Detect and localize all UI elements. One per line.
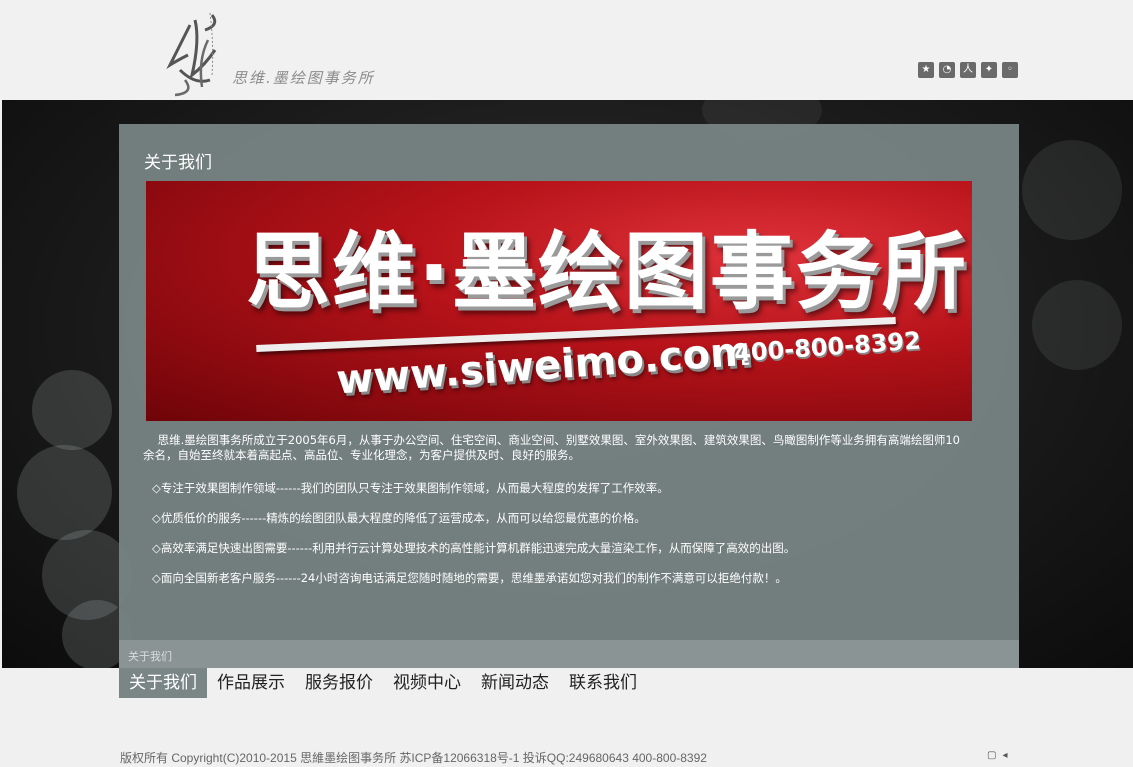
nav-item-pricing[interactable]: 服务报价 (295, 668, 383, 698)
feature-point: ◇高效率满足快速出图需要------利用并行云计算处理技术的高性能计算机群能迅速… (152, 541, 796, 555)
rss-icon[interactable]: ◔ (939, 62, 955, 78)
intro-paragraph: 思维.墨绘图事务所成立于2005年6月，从事于办公空间、住宅空间、商业空间、别墅… (143, 433, 960, 462)
page-title: 关于我们 (144, 153, 212, 173)
header: 思维.墨绘图事务所 ★ ◔ 人 ✦ ◦ (0, 0, 1133, 100)
chat-icon[interactable]: ◦ (1002, 62, 1018, 78)
nav-item-contact[interactable]: 联系我们 (559, 668, 647, 698)
speaker-icon[interactable]: ◂ (1002, 750, 1007, 761)
footer-copyright: 版权所有 Copyright(C)2010-2015 思維墨绘图事务所 苏ICP… (120, 751, 707, 765)
footer-icons: ▢ ◂ (987, 750, 1007, 761)
feature-point: ◇面向全国新老客户服务------24小时咨询电话满足您随时随地的需要，思维墨承… (152, 571, 787, 585)
breadcrumb: 关于我们 (128, 650, 172, 663)
nav-item-news[interactable]: 新闻动态 (471, 668, 559, 698)
star-icon[interactable]: ★ (918, 62, 934, 78)
main-nav: 关于我们 作品展示 服务报价 视频中心 新闻动态 联系我们 (119, 668, 647, 698)
banner-phone: 400-800-8392 (733, 326, 922, 368)
nav-item-about[interactable]: 关于我们 (119, 668, 207, 698)
feature-point: ◇优质低价的服务------精炼的绘图团队最大程度的降低了运营成本，从而可以给您… (152, 511, 646, 525)
feature-point: ◇专注于效果图制作领域------我们的团队只专注于效果图制作领域，从而最大程度… (152, 481, 669, 495)
window-icon[interactable]: ▢ (987, 750, 996, 761)
about-panel: 关于我们 思维·墨绘图事务所 www.siweimo.com 400-800-8… (119, 124, 1019, 668)
nav-item-works[interactable]: 作品展示 (207, 668, 295, 698)
nav-item-video[interactable]: 视频中心 (383, 668, 471, 698)
banner-headline: 思维·墨绘图事务所 (246, 223, 968, 321)
people-icon[interactable]: 人 (960, 62, 976, 78)
social-icons: ★ ◔ 人 ✦ ◦ (918, 62, 1018, 78)
panel-footer-bar: 关于我们 (119, 640, 1019, 668)
company-banner: 思维·墨绘图事务所 www.siweimo.com 400-800-8392 (146, 181, 972, 421)
star-badge-icon[interactable]: ✦ (981, 62, 997, 78)
logo-text: 思维.墨绘图事务所 (232, 69, 375, 87)
